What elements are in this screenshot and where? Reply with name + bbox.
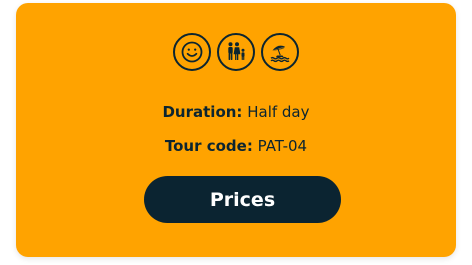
tour-feature-icons — [16, 33, 456, 71]
tour-code-label: Tour code: — [164, 137, 253, 155]
smiley-face-icon — [173, 33, 211, 71]
duration-line: Duration: Half day — [16, 102, 456, 122]
tour-code-value: PAT-04 — [257, 137, 308, 155]
tour-info-card: Duration: Half day Tour code: PAT-04 Pri… — [16, 3, 456, 257]
tour-code-line: Tour code: PAT-04 — [16, 136, 456, 156]
prices-button[interactable]: Prices — [144, 176, 341, 223]
beach-umbrella-icon — [261, 33, 299, 71]
duration-label: Duration: — [162, 103, 243, 121]
duration-value: Half day — [247, 103, 310, 121]
family-icon — [217, 33, 255, 71]
